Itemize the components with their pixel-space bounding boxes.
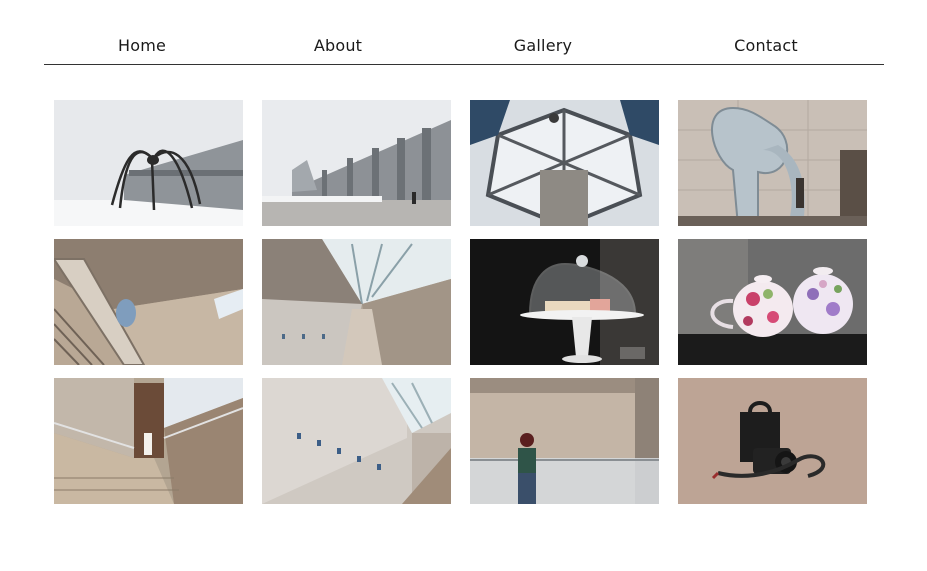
gallery-photo-person-railing[interactable] bbox=[470, 378, 659, 504]
gallery-photo-camera-bag[interactable] bbox=[678, 378, 867, 504]
spider-sculpture-image bbox=[54, 100, 243, 226]
nav-home-link[interactable]: Home bbox=[118, 36, 166, 55]
nav-gallery-link[interactable]: Gallery bbox=[514, 36, 572, 55]
gallery-photo-glass-dome[interactable] bbox=[470, 100, 659, 226]
gallery-photo-long-ramp[interactable] bbox=[262, 239, 451, 365]
gallery-photo-diagonal-staircase[interactable] bbox=[54, 239, 243, 365]
main-nav: Home About Gallery Contact bbox=[44, 30, 884, 65]
teapots-image bbox=[678, 239, 867, 365]
gallery-photo-ramp-corridor[interactable] bbox=[54, 378, 243, 504]
cake-stand-image bbox=[470, 239, 659, 365]
ramp-corridor-image bbox=[54, 378, 243, 504]
nav-contact-link[interactable]: Contact bbox=[734, 36, 798, 55]
diagonal-staircase-image bbox=[54, 239, 243, 365]
glass-dome-image bbox=[470, 100, 659, 226]
gallery-photo-curved-sculpture[interactable] bbox=[678, 100, 867, 226]
stair-hall-image bbox=[262, 378, 451, 504]
long-ramp-image bbox=[262, 239, 451, 365]
gallery-photo-museum-facade[interactable] bbox=[262, 100, 451, 226]
curved-sculpture-image bbox=[678, 100, 867, 226]
gallery-photo-cake-stand[interactable] bbox=[470, 239, 659, 365]
person-railing-image bbox=[470, 378, 659, 504]
museum-facade-image bbox=[262, 100, 451, 226]
gallery-photo-stair-hall[interactable] bbox=[262, 378, 451, 504]
nav-about-link[interactable]: About bbox=[314, 36, 362, 55]
photo-gallery bbox=[54, 100, 867, 504]
gallery-photo-teapots[interactable] bbox=[678, 239, 867, 365]
gallery-photo-spider-sculpture[interactable] bbox=[54, 100, 243, 226]
camera-bag-image bbox=[678, 378, 867, 504]
